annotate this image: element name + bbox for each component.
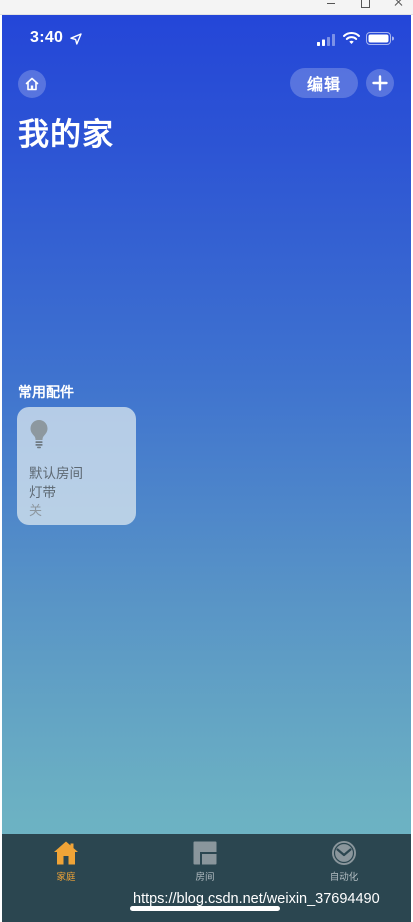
edit-button[interactable]: 编辑 <box>290 68 358 98</box>
battery-icon <box>366 32 394 45</box>
watermark-text: https://blog.csdn.net/weixin_37694490 <box>133 891 380 907</box>
maximize-icon[interactable] <box>358 0 372 12</box>
lightbulb-icon <box>30 420 48 449</box>
page-title: 我的家 <box>18 117 114 153</box>
add-button[interactable] <box>366 69 394 97</box>
home-button[interactable] <box>18 70 46 98</box>
automation-clock-icon <box>332 841 356 865</box>
tab-home[interactable]: 家庭 <box>26 840 106 886</box>
tab-rooms[interactable]: 房间 <box>165 840 245 886</box>
home-tab-icon <box>54 841 78 865</box>
plus-icon <box>372 75 388 91</box>
wifi-icon <box>343 32 360 44</box>
tab-rooms-label: 房间 <box>195 872 215 883</box>
status-time: 3:40 <box>30 29 64 46</box>
window-chrome <box>0 0 413 15</box>
accessory-room: 默认房间 <box>29 466 83 482</box>
rooms-tab-icon <box>193 841 217 865</box>
favorite-accessories-title: 常用配件 <box>18 385 74 401</box>
phone-screen: 3:40 编辑 我的家 常用配件 默认房间 灯带 关 家庭 房间 自动化 htt… <box>2 15 411 922</box>
accessory-status: 关 <box>29 504 43 519</box>
tab-automation[interactable]: 自动化 <box>304 840 384 886</box>
tab-automation-label: 自动化 <box>329 872 359 883</box>
location-arrow-icon <box>70 33 82 45</box>
tab-home-label: 家庭 <box>56 872 76 883</box>
accessory-name: 灯带 <box>29 485 56 501</box>
cellular-signal-icon <box>317 34 335 46</box>
close-icon[interactable] <box>392 0 406 12</box>
status-bar: 3:40 <box>2 25 411 53</box>
home-icon <box>25 77 39 91</box>
minimize-icon[interactable] <box>324 0 338 12</box>
accessory-tile[interactable]: 默认房间 灯带 关 <box>17 407 136 525</box>
